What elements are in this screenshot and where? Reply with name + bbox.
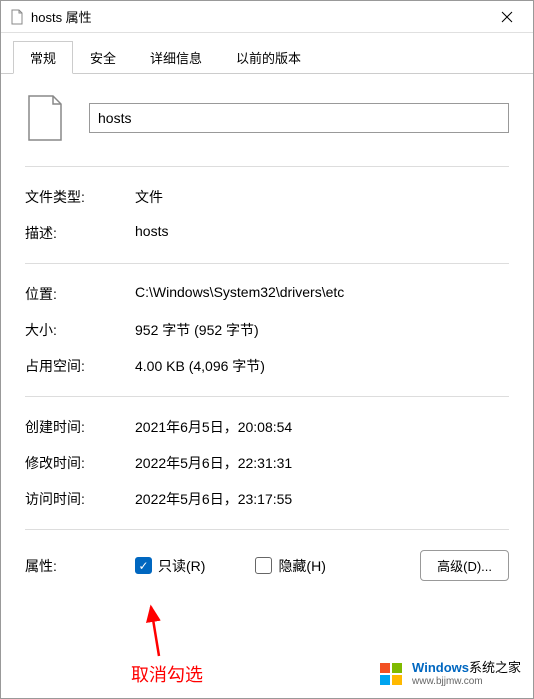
created-label: 创建时间: (25, 417, 135, 437)
content-panel: 文件类型: 文件 描述: hosts 位置: C:\Windows\System… (1, 74, 533, 609)
watermark-text: Windows系统之家 www.bjjmw.com (412, 660, 521, 688)
separator (25, 396, 509, 397)
annotation-text: 取消勾选 (131, 661, 203, 687)
row-accessed: 访问时间: 2022年5月6日，23:17:55 (25, 481, 509, 517)
watermark-brand: Windows系统之家 (412, 660, 521, 676)
file-type-value: 文件 (135, 187, 509, 207)
filename-input[interactable] (89, 103, 509, 133)
row-description: 描述: hosts (25, 215, 509, 251)
row-size: 大小: 952 字节 (952 字节) (25, 312, 509, 348)
readonly-checkbox[interactable]: ✓ (135, 557, 152, 574)
attributes-label: 属性: (25, 556, 135, 576)
readonly-group: ✓ 只读(R) (135, 556, 205, 576)
close-icon (501, 11, 513, 23)
location-label: 位置: (25, 284, 135, 304)
file-header (25, 94, 509, 142)
row-attributes: 属性: ✓ 只读(R) 隐藏(H) 高级(D)... (25, 542, 509, 589)
readonly-label: 只读(R) (158, 556, 205, 576)
description-value: hosts (135, 223, 509, 243)
close-button[interactable] (487, 2, 527, 32)
accessed-value: 2022年5月6日，23:17:55 (135, 489, 509, 509)
accessed-label: 访问时间: (25, 489, 135, 509)
size-value: 952 字节 (952 字节) (135, 320, 509, 340)
row-created: 创建时间: 2021年6月5日，20:08:54 (25, 409, 509, 445)
titlebar: hosts 属性 (1, 1, 533, 33)
separator (25, 166, 509, 167)
description-label: 描述: (25, 223, 135, 243)
file-type-label: 文件类型: (25, 187, 135, 207)
tabs: 常规 安全 详细信息 以前的版本 (1, 33, 533, 74)
created-value: 2021年6月5日，20:08:54 (135, 417, 509, 437)
separator (25, 263, 509, 264)
row-modified: 修改时间: 2022年5月6日，22:31:31 (25, 445, 509, 481)
hidden-checkbox[interactable] (255, 557, 272, 574)
modified-value: 2022年5月6日，22:31:31 (135, 453, 509, 473)
tab-general[interactable]: 常规 (13, 41, 73, 74)
separator (25, 529, 509, 530)
size-label: 大小: (25, 320, 135, 340)
tab-security[interactable]: 安全 (73, 41, 133, 73)
file-icon-small (9, 9, 25, 25)
tab-details[interactable]: 详细信息 (133, 41, 219, 73)
watermark: Windows系统之家 www.bjjmw.com (378, 660, 521, 688)
hidden-label: 隐藏(H) (278, 556, 325, 576)
window-title: hosts 属性 (31, 7, 92, 26)
windows-logo-icon (378, 660, 406, 688)
location-value: C:\Windows\System32\drivers\etc (135, 284, 509, 304)
annotation-arrow (141, 601, 181, 661)
advanced-button[interactable]: 高级(D)... (420, 550, 509, 581)
file-icon (25, 94, 65, 142)
row-location: 位置: C:\Windows\System32\drivers\etc (25, 276, 509, 312)
watermark-url: www.bjjmw.com (412, 676, 521, 688)
row-disk-size: 占用空间: 4.00 KB (4,096 字节) (25, 348, 509, 384)
watermark-brand-suffix: 系统之家 (469, 660, 521, 675)
tab-previous-versions[interactable]: 以前的版本 (219, 41, 318, 73)
hidden-group: 隐藏(H) (255, 556, 325, 576)
row-file-type: 文件类型: 文件 (25, 179, 509, 215)
modified-label: 修改时间: (25, 453, 135, 473)
disk-size-label: 占用空间: (25, 356, 135, 376)
titlebar-left: hosts 属性 (9, 7, 92, 26)
disk-size-value: 4.00 KB (4,096 字节) (135, 356, 509, 376)
watermark-brand-prefix: Windows (412, 660, 469, 675)
attribute-checkboxes: ✓ 只读(R) 隐藏(H) (135, 556, 420, 576)
